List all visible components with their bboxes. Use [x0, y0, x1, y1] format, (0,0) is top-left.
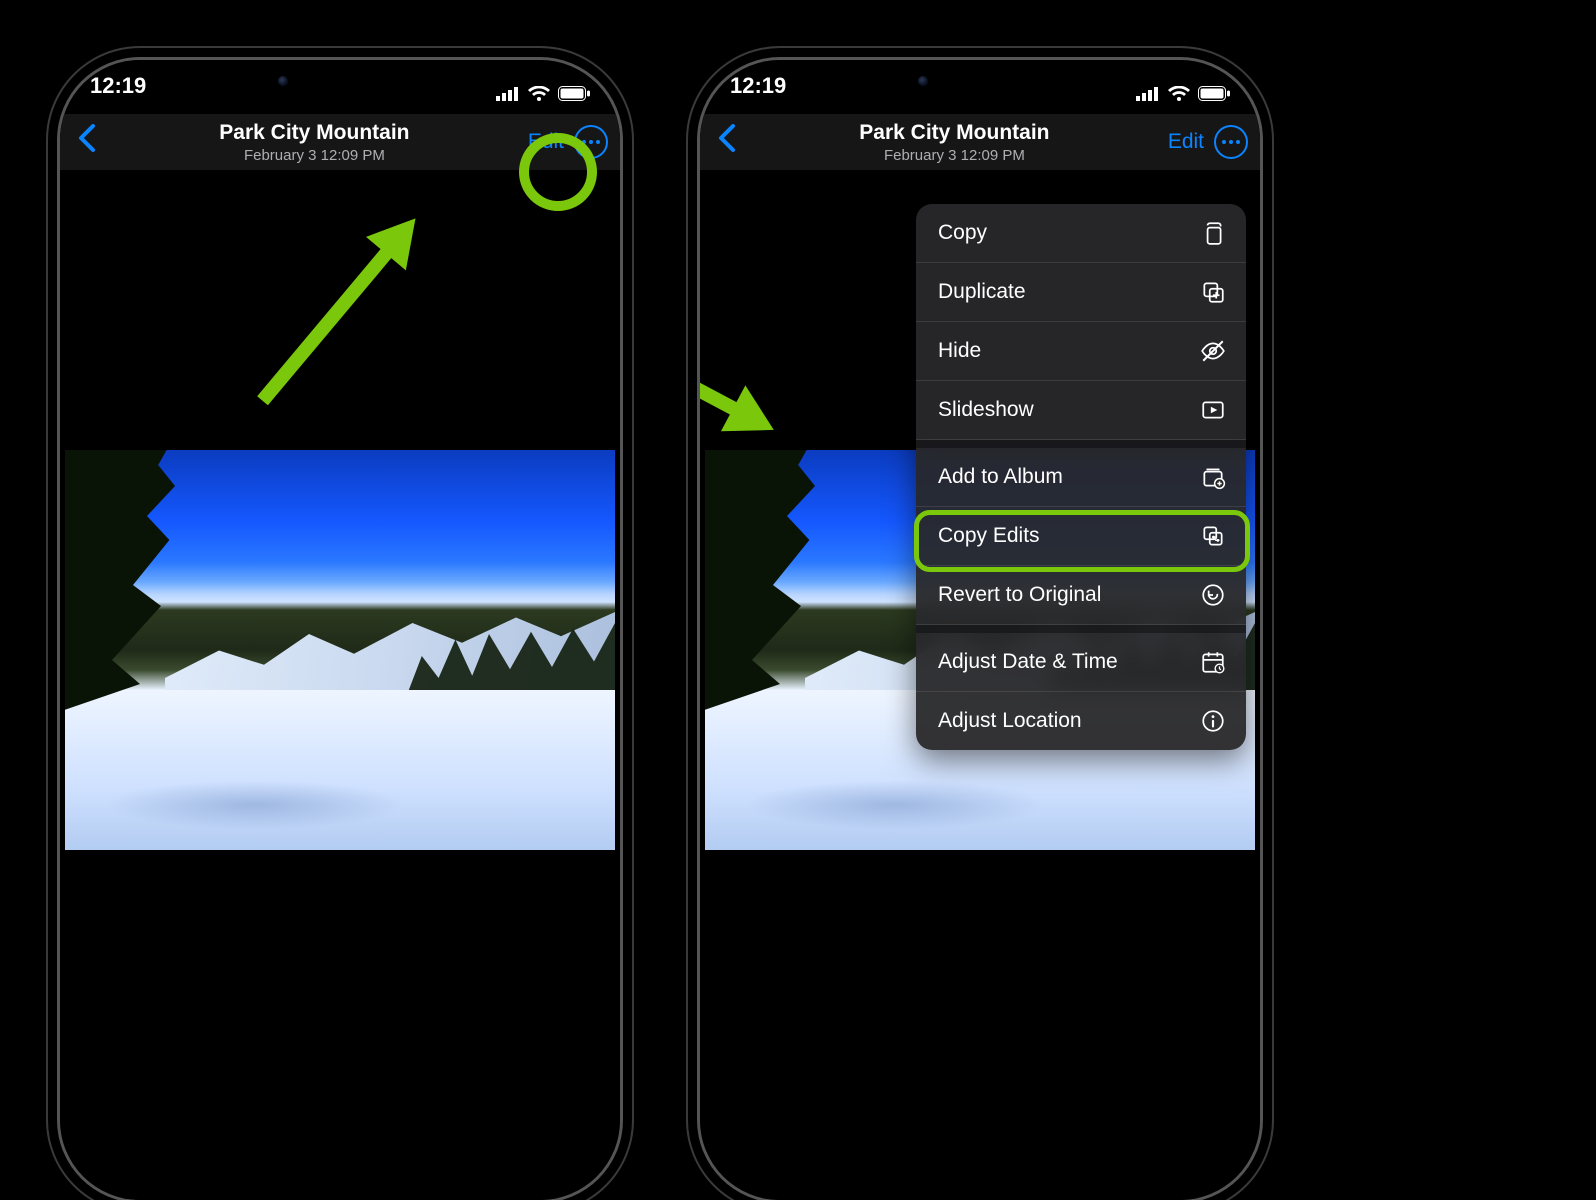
status-time: 12:19	[90, 73, 146, 114]
menu-label: Adjust Date & Time	[938, 650, 1118, 674]
more-button[interactable]	[574, 125, 608, 159]
menu-label: Adjust Location	[938, 709, 1082, 733]
phone-mockup-right: 12:19 Park City Mountain February 3 12:0…	[700, 60, 1260, 1200]
chevron-left-icon	[78, 124, 95, 152]
menu-label: Duplicate	[938, 280, 1026, 304]
hide-icon	[1200, 338, 1226, 364]
nav-title-group: Park City Mountain February 3 12:09 PM	[101, 121, 528, 164]
menu-item-revert-to-original[interactable]: Revert to Original	[916, 566, 1246, 625]
battery-icon	[558, 86, 590, 101]
phone-mockup-left: 12:19 Park City Mountain February 3 12:0…	[60, 60, 620, 1200]
device-notch	[880, 60, 1080, 96]
nav-subtitle: February 3 12:09 PM	[101, 147, 528, 164]
edit-button[interactable]: Edit	[528, 130, 564, 154]
menu-separator	[916, 625, 1246, 633]
menu-label: Add to Album	[938, 465, 1063, 489]
menu-label: Slideshow	[938, 398, 1034, 422]
menu-label: Copy Edits	[938, 524, 1040, 548]
menu-separator	[916, 440, 1246, 448]
nav-bar: Park City Mountain February 3 12:09 PM E…	[60, 114, 620, 170]
nav-subtitle: February 3 12:09 PM	[741, 147, 1168, 164]
revert-icon	[1200, 582, 1226, 608]
status-time: 12:19	[730, 73, 786, 114]
ellipsis-icon	[582, 140, 600, 144]
cellular-icon	[496, 87, 520, 101]
more-button[interactable]	[1214, 125, 1248, 159]
nav-title: Park City Mountain	[101, 121, 528, 145]
menu-label: Copy	[938, 221, 987, 245]
chevron-left-icon	[718, 124, 735, 152]
nav-title: Park City Mountain	[741, 121, 1168, 145]
duplicate-icon	[1200, 279, 1226, 305]
copy-icon	[1200, 220, 1226, 246]
menu-item-add-to-album[interactable]: Add to Album	[916, 448, 1246, 507]
wifi-icon	[528, 86, 550, 102]
album-add-icon	[1200, 464, 1226, 490]
menu-item-slideshow[interactable]: Slideshow	[916, 381, 1246, 440]
copy-edits-icon	[1200, 523, 1226, 549]
nav-title-group: Park City Mountain February 3 12:09 PM	[741, 121, 1168, 164]
battery-icon	[1198, 86, 1230, 101]
menu-item-adjust-location[interactable]: Adjust Location	[916, 692, 1246, 750]
menu-label: Hide	[938, 339, 981, 363]
back-button[interactable]	[72, 124, 101, 160]
location-info-icon	[1200, 708, 1226, 734]
ellipsis-icon	[1222, 140, 1240, 144]
nav-bar: Park City Mountain February 3 12:09 PM E…	[700, 114, 1260, 170]
menu-item-adjust-date-time[interactable]: Adjust Date & Time	[916, 633, 1246, 692]
calendar-icon	[1200, 649, 1226, 675]
device-notch	[240, 60, 440, 96]
context-menu: Copy Duplicate Hide Slideshow Add to Alb…	[916, 204, 1246, 750]
menu-item-copy[interactable]: Copy	[916, 204, 1246, 263]
wifi-icon	[1168, 86, 1190, 102]
cellular-icon	[1136, 87, 1160, 101]
photo-content[interactable]	[65, 450, 615, 850]
menu-item-duplicate[interactable]: Duplicate	[916, 263, 1246, 322]
play-rect-icon	[1200, 397, 1226, 423]
menu-item-hide[interactable]: Hide	[916, 322, 1246, 381]
back-button[interactable]	[712, 124, 741, 160]
menu-label: Revert to Original	[938, 583, 1101, 607]
edit-button[interactable]: Edit	[1168, 130, 1204, 154]
menu-item-copy-edits[interactable]: Copy Edits	[916, 507, 1246, 566]
